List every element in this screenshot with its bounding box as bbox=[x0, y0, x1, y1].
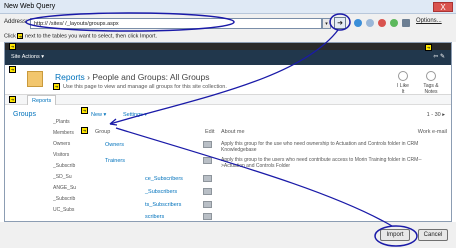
left-nav-item[interactable]: UC_Subs bbox=[53, 207, 83, 218]
table-select-marker[interactable]: ➜ bbox=[81, 107, 88, 114]
address-label: Address: bbox=[4, 19, 28, 25]
group-link[interactable]: Trainers bbox=[105, 158, 125, 164]
tags-notes-label: Tags & Notes bbox=[423, 83, 439, 95]
edit-icon[interactable] bbox=[203, 213, 212, 220]
save-query-icon[interactable] bbox=[402, 19, 410, 27]
forward-icon[interactable] bbox=[366, 19, 374, 27]
left-nav-item[interactable]: _Subscrib bbox=[53, 196, 83, 207]
breadcrumb: Reports › People and Groups: All Groups bbox=[55, 72, 210, 82]
list-toolbar: ➜ New ▾ Settings ▾ 1 - 30 ▸ bbox=[81, 107, 451, 121]
tags-notes-button[interactable]: Tags & Notes bbox=[419, 71, 443, 95]
arrow-icon: ➜ bbox=[17, 33, 24, 39]
left-nav-item[interactable]: _Plants bbox=[53, 119, 83, 130]
left-nav-item[interactable]: Owners bbox=[53, 141, 83, 152]
new-menu[interactable]: New ▾ bbox=[91, 112, 106, 118]
edit-icon[interactable] bbox=[203, 157, 212, 164]
address-input[interactable]: http:// /sites/ /_layouts/groups.aspx bbox=[30, 18, 322, 29]
import-button[interactable]: Import bbox=[380, 229, 410, 241]
edit-icon[interactable] bbox=[203, 141, 212, 148]
close-icon[interactable]: X bbox=[433, 2, 453, 12]
hint-body: next to the tables you want to select, t… bbox=[24, 33, 158, 40]
edit-icon[interactable] bbox=[203, 175, 212, 182]
sharepoint-tools-icon[interactable]: ⇦ ✎ bbox=[433, 53, 445, 60]
tab-reports[interactable]: Reports bbox=[27, 95, 57, 105]
thumbs-up-icon bbox=[398, 71, 408, 81]
group-link[interactable]: ce_Subscribers bbox=[145, 176, 183, 182]
settings-menu[interactable]: Settings ▾ bbox=[123, 112, 147, 118]
web-view: ➜ Site Actions ▾ ⇦ ✎ ➜ ➜ Reports › Peopl… bbox=[4, 42, 452, 222]
page-header: ➜ Reports › People and Groups: All Group… bbox=[5, 65, 451, 95]
chevron-down-icon[interactable]: ▾ bbox=[322, 18, 331, 29]
dialog-titlebar: New Web Query X bbox=[0, 0, 456, 14]
column-header-edit: Edit bbox=[205, 129, 215, 135]
left-nav-item[interactable]: _Subscrib bbox=[53, 163, 83, 174]
table-row: ce_Subscribers bbox=[85, 175, 449, 187]
group-link[interactable]: ts_Subscribers bbox=[145, 202, 181, 208]
group-about: Apply this group to the users who need c… bbox=[221, 157, 422, 169]
left-nav-item[interactable]: Members bbox=[53, 130, 83, 141]
page-title: People and Groups: All Groups bbox=[92, 72, 210, 82]
stop-icon[interactable] bbox=[378, 19, 386, 27]
table-row: Owners Apply this group for the use who … bbox=[85, 141, 449, 153]
site-actions-menu[interactable]: Site Actions ▾ bbox=[11, 54, 44, 60]
column-header-email: Work e-mail bbox=[417, 129, 447, 135]
sharepoint-topstrip bbox=[5, 43, 451, 50]
group-about: Apply this group for the use who need ow… bbox=[221, 141, 419, 153]
table-row: _Subscribers bbox=[85, 188, 449, 200]
i-like-it-button[interactable]: I Like It bbox=[395, 71, 411, 95]
page-description: Use this page to view and manage all gro… bbox=[63, 84, 227, 90]
sharepoint-topbar: ➜ Site Actions ▾ ⇦ ✎ ➜ bbox=[5, 43, 451, 65]
back-icon[interactable] bbox=[354, 19, 362, 27]
hint-text: Click ➜ next to the tables you want to s… bbox=[4, 33, 157, 39]
table-select-marker[interactable]: ➜ bbox=[9, 43, 16, 50]
group-link[interactable]: _Subscribers bbox=[145, 189, 177, 195]
pager[interactable]: 1 - 30 ▸ bbox=[427, 112, 445, 118]
table-select-marker[interactable]: ➜ bbox=[425, 44, 432, 51]
table-row: ts_Subscribers bbox=[85, 201, 449, 213]
cancel-button[interactable]: Cancel bbox=[418, 229, 448, 241]
table-row: Trainers Apply this group to the users w… bbox=[85, 157, 449, 169]
go-button[interactable]: ➜ bbox=[334, 17, 346, 29]
table-select-marker[interactable]: ➜ bbox=[9, 66, 16, 73]
dialog-title: New Web Query bbox=[4, 3, 56, 10]
table-row: scribers bbox=[85, 213, 449, 221]
group-link[interactable]: scribers bbox=[145, 214, 164, 220]
edit-icon[interactable] bbox=[203, 201, 212, 208]
left-nav-item[interactable]: _SD_Su bbox=[53, 174, 83, 185]
site-logo-icon bbox=[27, 71, 43, 87]
i-like-it-label: I Like It bbox=[397, 83, 409, 95]
table-select-marker[interactable]: ➜ bbox=[53, 83, 60, 90]
tag-icon bbox=[426, 71, 436, 81]
address-toolbar: Address: http:// /sites/ /_layouts/group… bbox=[0, 14, 456, 32]
hint-prefix: Click bbox=[4, 33, 16, 40]
top-nav: ➜ Reports bbox=[5, 95, 451, 105]
left-nav-title[interactable]: Groups bbox=[13, 111, 36, 118]
breadcrumb-site-link[interactable]: Reports bbox=[55, 72, 85, 82]
table-select-marker[interactable]: ➜ bbox=[9, 96, 16, 103]
options-button[interactable]: Options... bbox=[416, 18, 442, 24]
refresh-icon[interactable] bbox=[390, 19, 398, 27]
left-nav: _Plants Members Owners Visitors _Subscri… bbox=[53, 119, 83, 218]
edit-icon[interactable] bbox=[203, 188, 212, 195]
left-nav-item[interactable]: Visitors bbox=[53, 152, 83, 163]
hint-bar: Click ➜ next to the tables you want to s… bbox=[0, 32, 456, 42]
table-header: Group Edit About me Work e-mail bbox=[85, 129, 449, 137]
column-header-about: About me bbox=[221, 129, 245, 135]
dialog-footer: Import Cancel bbox=[0, 222, 456, 248]
column-header-group[interactable]: Group bbox=[95, 129, 110, 135]
group-link[interactable]: Owners bbox=[105, 142, 124, 148]
left-nav-item[interactable]: ANGE_Su bbox=[53, 185, 83, 196]
